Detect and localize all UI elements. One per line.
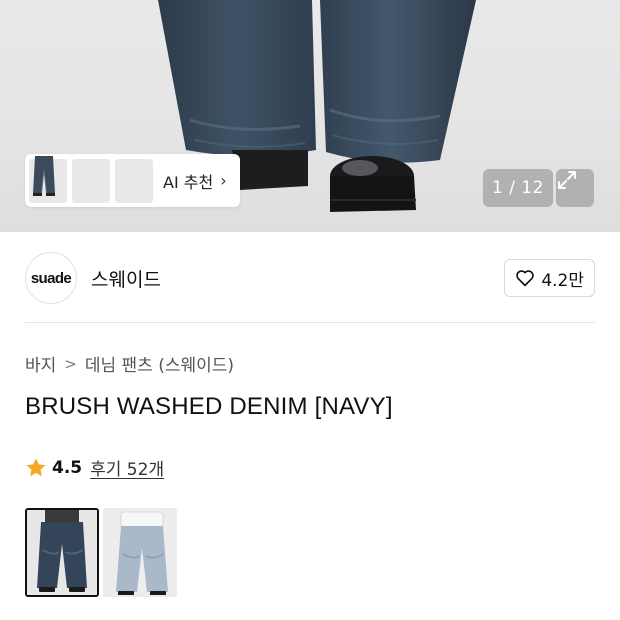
- expand-button[interactable]: [556, 169, 594, 207]
- ai-recommend-chip[interactable]: AI 추천 ›: [25, 154, 240, 207]
- expand-icon: [558, 171, 576, 189]
- product-image[interactable]: AI 추천 › 1 / 12: [0, 0, 620, 232]
- heart-icon: [516, 270, 535, 287]
- breadcrumb: 바지 > 데님 팬츠 (스웨이드): [25, 351, 234, 377]
- brand-name[interactable]: 스웨이드: [91, 265, 161, 292]
- breadcrumb-item-denim[interactable]: 데님 팬츠 (스웨이드): [85, 351, 234, 376]
- brand-row: suade 스웨이드 4.2만: [25, 252, 595, 304]
- ai-thumb-3: [33, 156, 153, 203]
- like-count: 4.2만: [541, 270, 584, 291]
- rating-score: 4.5: [52, 457, 83, 478]
- ai-recommend-label: AI 추천: [163, 172, 214, 192]
- rating-row: 4.5 후기 52개: [25, 455, 164, 480]
- image-counter: 1 / 12: [483, 169, 553, 207]
- chevron-right-icon: >: [64, 354, 77, 373]
- product-title: BRUSH WASHED DENIM [NAVY]: [25, 393, 393, 420]
- brand-logo[interactable]: suade: [25, 252, 77, 304]
- star-icon: [26, 457, 46, 476]
- color-options: [25, 508, 177, 597]
- option-light-blue[interactable]: [103, 508, 177, 597]
- chevron-right-icon: ›: [220, 171, 227, 190]
- ai-thumb-2: [34, 156, 110, 203]
- divider: [25, 322, 595, 323]
- option-navy[interactable]: [25, 508, 99, 597]
- like-button[interactable]: 4.2만: [504, 259, 595, 297]
- breadcrumb-item-pants[interactable]: 바지: [25, 351, 56, 376]
- review-link[interactable]: 후기 52개: [90, 455, 164, 480]
